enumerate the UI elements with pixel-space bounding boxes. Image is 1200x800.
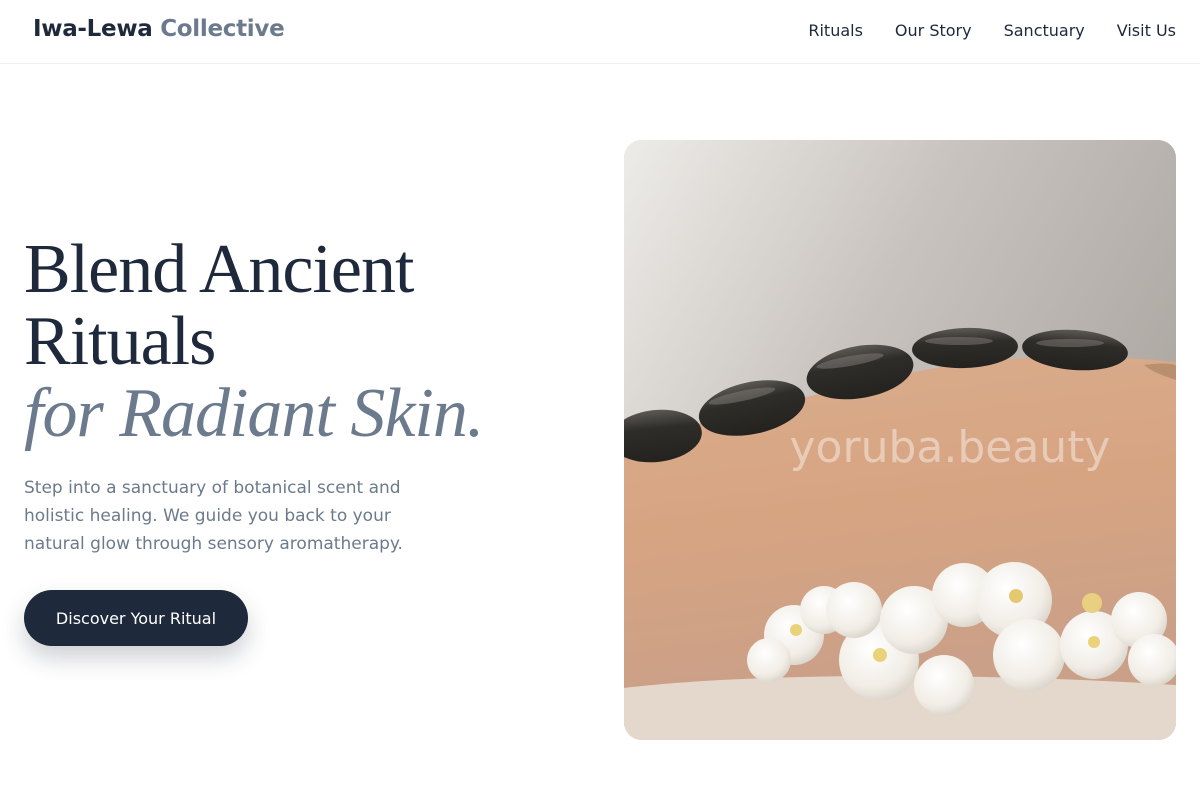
image-watermark: yoruba.beauty [790,422,1111,473]
hero-image: yoruba.beauty [624,140,1176,740]
hot-stone-massage-illustration: yoruba.beauty [624,140,1176,740]
headline-line-1: Blend Ancient [24,231,414,308]
nav-link-rituals[interactable]: Rituals [808,21,863,40]
main-nav: Rituals Our Story Sanctuary Visit Us [776,21,1176,40]
logo-primary-text: Iwa-Lewa [33,16,153,42]
discover-ritual-button[interactable]: Discover Your Ritual [24,590,248,646]
site-header: Iwa-Lewa Collective Rituals Our Story Sa… [0,0,1200,64]
nav-link-our-story[interactable]: Our Story [895,21,972,40]
logo-accent-text: Collective [160,16,285,42]
brand-logo[interactable]: Iwa-Lewa Collective [33,16,285,42]
headline-line-2: Rituals [24,303,216,380]
nav-link-sanctuary[interactable]: Sanctuary [1004,21,1085,40]
hero-headline: Blend Ancient Rituals for Radiant Skin. [24,231,484,452]
nav-link-visit-us[interactable]: Visit Us [1117,21,1176,40]
hero-description: Step into a sanctuary of botanical scent… [24,478,403,554]
headline-line-3-italic: for Radiant Skin. [24,375,484,452]
